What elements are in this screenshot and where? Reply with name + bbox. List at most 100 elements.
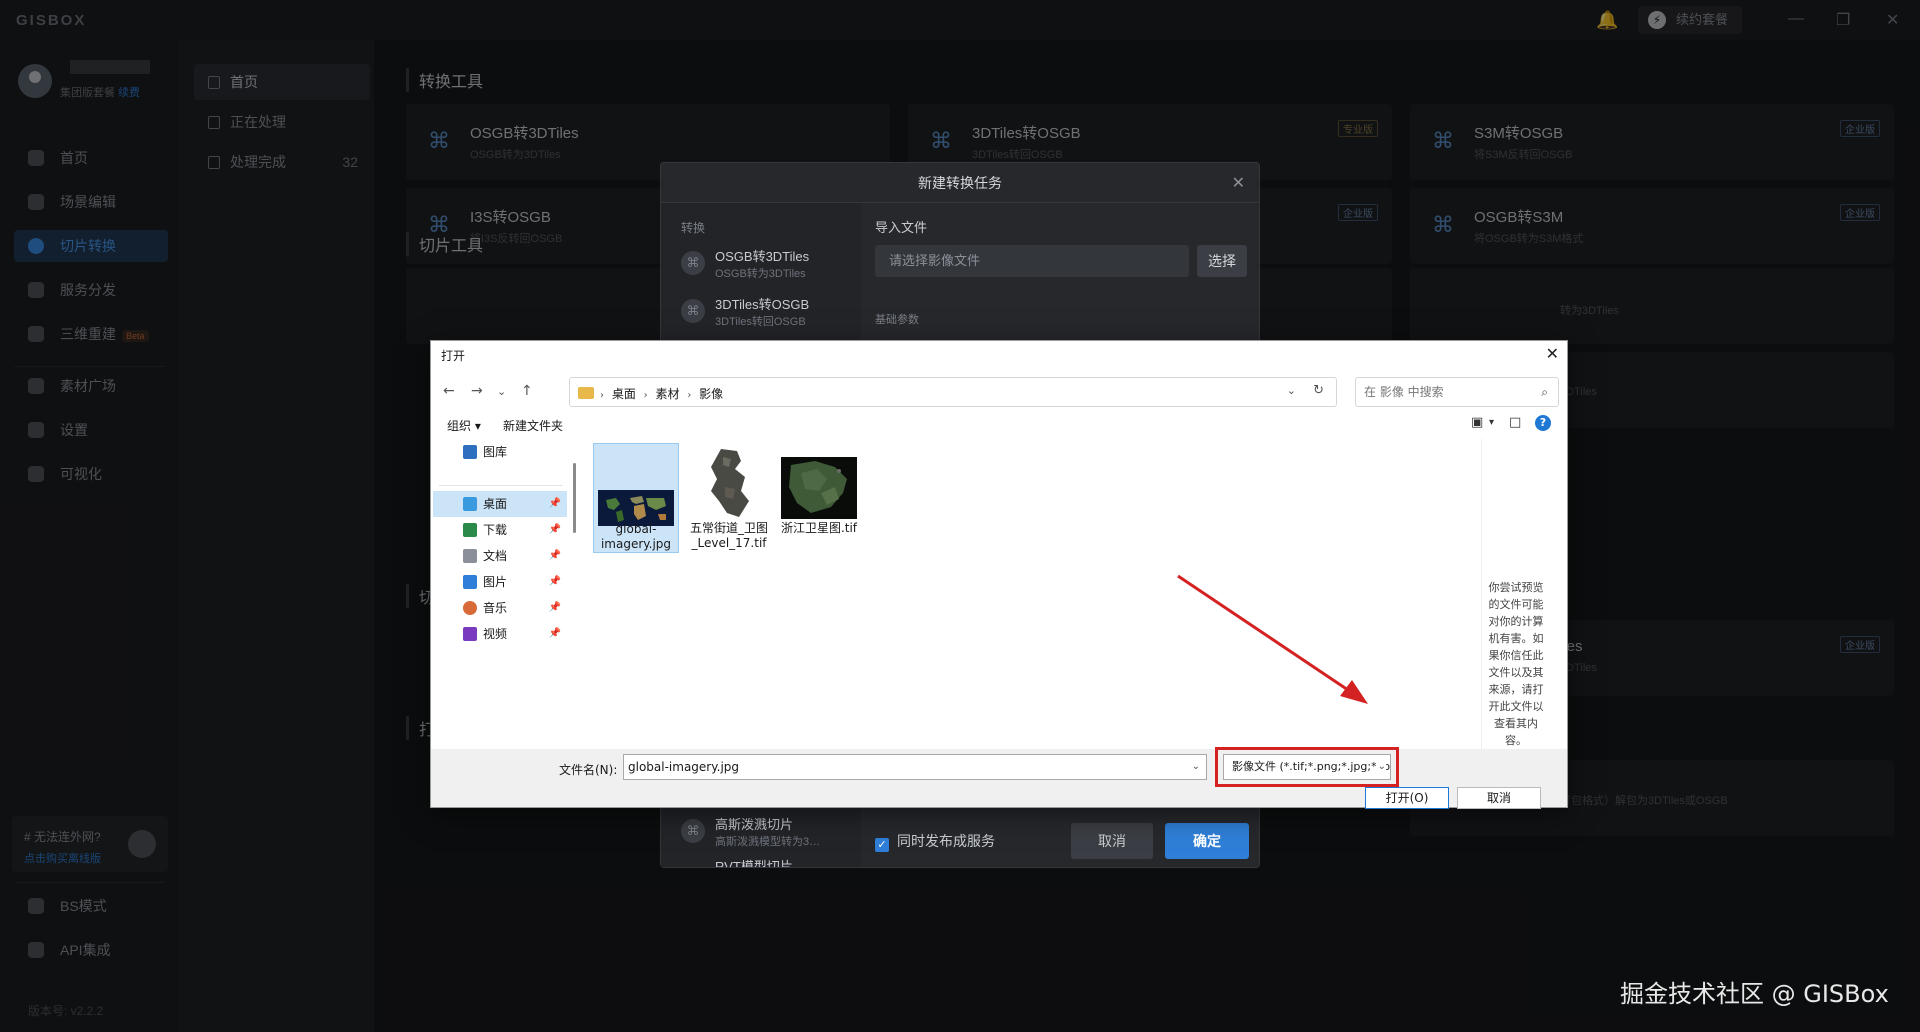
chevron-down-icon[interactable]: ▾: [1489, 417, 1494, 428]
refresh-icon[interactable]: ↻: [1313, 383, 1324, 398]
tree-label: 桌面: [483, 497, 508, 511]
chevron-down-icon[interactable]: ⌄: [1192, 755, 1200, 779]
pin-icon: 📌: [548, 628, 561, 639]
search-input[interactable]: 在 影像 中搜索 ⌕: [1355, 377, 1559, 407]
folder-icon: [578, 387, 594, 399]
open-file-dialog: 打开 ✕ ← → ⌄ ↑ › 桌面 › 素材 › 影像 ⌄ ↻ 在 影像 中搜索…: [430, 340, 1568, 809]
file-name: global-imagery.jpg: [600, 522, 672, 551]
checkbox-label: 同时发布成服务: [897, 833, 995, 849]
dialog-title: 打开: [441, 349, 466, 363]
file-name: 浙江卫星图.tif: [780, 521, 858, 535]
import-file-input[interactable]: 请选择影像文件: [875, 245, 1189, 277]
tree-item-documents[interactable]: 文档 📌: [433, 543, 567, 569]
file-item-zhejiang[interactable]: 浙江卫星图.tif: [777, 443, 863, 553]
pin-icon: 📌: [548, 550, 561, 561]
task-type-gaussian[interactable]: ⌘ 高斯泼溅切片 高斯泼溅模型转为3…: [677, 811, 853, 853]
task-type-3dtiles-osgb[interactable]: ⌘ 3DTiles转OSGB 3DTiles转回OSGB: [677, 291, 853, 333]
chevron-right-icon: ›: [643, 390, 648, 401]
task-type-rvt[interactable]: RVT模型切片: [677, 853, 853, 867]
pick-file-button[interactable]: 选择: [1197, 245, 1247, 277]
preview-warning: 你尝试预览的文件可能对你的计算机有害。如果你信任此文件以及其来源，请打开此文件以…: [1488, 581, 1544, 747]
modal-title: 新建转换任务: [661, 163, 1259, 203]
open-button[interactable]: 打开(O): [1365, 787, 1449, 809]
district-thumbnail: [701, 447, 757, 521]
view-options-icon[interactable]: ▣: [1471, 415, 1483, 430]
search-placeholder: 在 影像 中搜索: [1364, 385, 1444, 399]
task-type-desc: OSGB转为3DTiles: [715, 268, 806, 280]
document-icon: [463, 549, 477, 563]
task-type-desc: 3DTiles转回OSGB: [715, 316, 806, 328]
breadcrumb-imagery[interactable]: 影像: [699, 387, 723, 401]
highlight-box: [1215, 747, 1399, 787]
watermark: 掘金技术社区 @ GISBox: [1620, 980, 1889, 1008]
dialog-title-bar: 打开 ✕: [431, 341, 1567, 369]
pin-icon: 📌: [548, 524, 561, 535]
close-icon[interactable]: ✕: [1232, 173, 1245, 193]
pin-icon: 📌: [548, 576, 561, 587]
picture-icon: [463, 575, 477, 589]
modal-cancel-button[interactable]: 取消: [1071, 823, 1153, 859]
close-icon[interactable]: ✕: [1546, 344, 1559, 363]
tree-scrollbar[interactable]: [571, 439, 579, 749]
breadcrumb-desktop[interactable]: 桌面: [612, 387, 636, 401]
chevron-right-icon: ›: [687, 390, 692, 401]
divider: [439, 485, 563, 486]
recent-chevron-icon[interactable]: ⌄: [497, 385, 506, 398]
tree-item-desktop[interactable]: 桌面 📌: [433, 491, 567, 517]
breadcrumb-assets[interactable]: 素材: [656, 387, 680, 401]
desktop-icon: [463, 497, 477, 511]
tree-label: 文档: [483, 549, 508, 563]
modal-ok-button[interactable]: 确定: [1165, 823, 1249, 859]
publish-service-checkbox[interactable]: ✓ 同时发布成服务: [875, 831, 995, 852]
gallery-icon: [463, 445, 477, 459]
music-icon: [463, 601, 477, 615]
video-icon: [463, 627, 477, 641]
download-icon: [463, 523, 477, 537]
convert-tool-icon: ⌘: [681, 299, 705, 323]
pin-icon: 📌: [548, 602, 561, 613]
tree-item-videos[interactable]: 视频 📌: [433, 621, 567, 647]
organize-menu[interactable]: 组织 ▾: [447, 417, 481, 434]
filename-input[interactable]: global-imagery.jpg ⌄: [623, 754, 1207, 780]
task-type-name: 高斯泼溅切片: [715, 817, 794, 832]
dialog-toolbar: 组织 ▾ 新建文件夹 ▣ ▾ □ ?: [431, 409, 1567, 439]
file-item-wuchang[interactable]: 五常街道_卫图_Level_17.tif: [687, 443, 773, 553]
back-arrow-icon[interactable]: ←: [443, 383, 455, 399]
tree-item-pictures[interactable]: 图片 📌: [433, 569, 567, 595]
help-icon[interactable]: ?: [1535, 415, 1551, 431]
checkmark-icon: ✓: [875, 838, 889, 852]
dialog-footer: 文件名(N): global-imagery.jpg ⌄ 影像文件 (*.tif…: [431, 747, 1567, 809]
tree-label: 图库: [483, 445, 508, 459]
pin-icon: 📌: [548, 498, 561, 509]
scrollbar-thumb[interactable]: [573, 463, 576, 533]
tree-item-music[interactable]: 音乐 📌: [433, 595, 567, 621]
new-folder-button[interactable]: 新建文件夹: [503, 417, 563, 434]
zhejiang-thumbnail: [781, 457, 857, 519]
task-type-name: 3DTiles转OSGB: [715, 297, 810, 312]
tree-item-downloads[interactable]: 下载 📌: [433, 517, 567, 543]
address-bar[interactable]: › 桌面 › 素材 › 影像 ⌄ ↻: [569, 377, 1337, 407]
task-type-desc: 高斯泼溅模型转为3…: [715, 836, 821, 848]
task-type-osgb-3dtiles[interactable]: ⌘ OSGB转3DTiles OSGB转为3DTiles: [677, 243, 853, 285]
search-icon: ⌕: [1541, 385, 1548, 399]
navigation-bar: ← → ⌄ ↑ › 桌面 › 素材 › 影像 ⌄ ↻ 在 影像 中搜索 ⌕: [431, 375, 1567, 409]
tree-label: 音乐: [483, 601, 508, 615]
basic-params-label: 基础参数: [875, 314, 919, 326]
preview-pane-icon[interactable]: □: [1509, 415, 1521, 430]
preview-pane: 你尝试预览的文件可能对你的计算机有害。如果你信任此文件以及其来源，请打开此文件以…: [1481, 439, 1561, 749]
chevron-right-icon: ›: [600, 390, 604, 401]
tree-label: 下载: [483, 523, 508, 537]
tree-item-gallery[interactable]: 图库: [433, 439, 567, 465]
chevron-down-icon[interactable]: ⌄: [1287, 384, 1296, 397]
category-label: 转换: [681, 221, 706, 235]
file-item-global-imagery[interactable]: global-imagery.jpg: [593, 443, 679, 553]
annotation-arrow: [1177, 574, 1368, 704]
filename-value: global-imagery.jpg: [628, 760, 740, 774]
task-type-name: RVT模型切片: [715, 859, 793, 867]
task-type-name: OSGB转3DTiles: [715, 249, 810, 264]
tree-label: 视频: [483, 627, 508, 641]
cancel-button[interactable]: 取消: [1457, 787, 1541, 809]
forward-arrow-icon[interactable]: →: [471, 383, 483, 399]
up-arrow-icon[interactable]: ↑: [521, 383, 533, 399]
file-name: 五常街道_卫图_Level_17.tif: [689, 521, 768, 550]
